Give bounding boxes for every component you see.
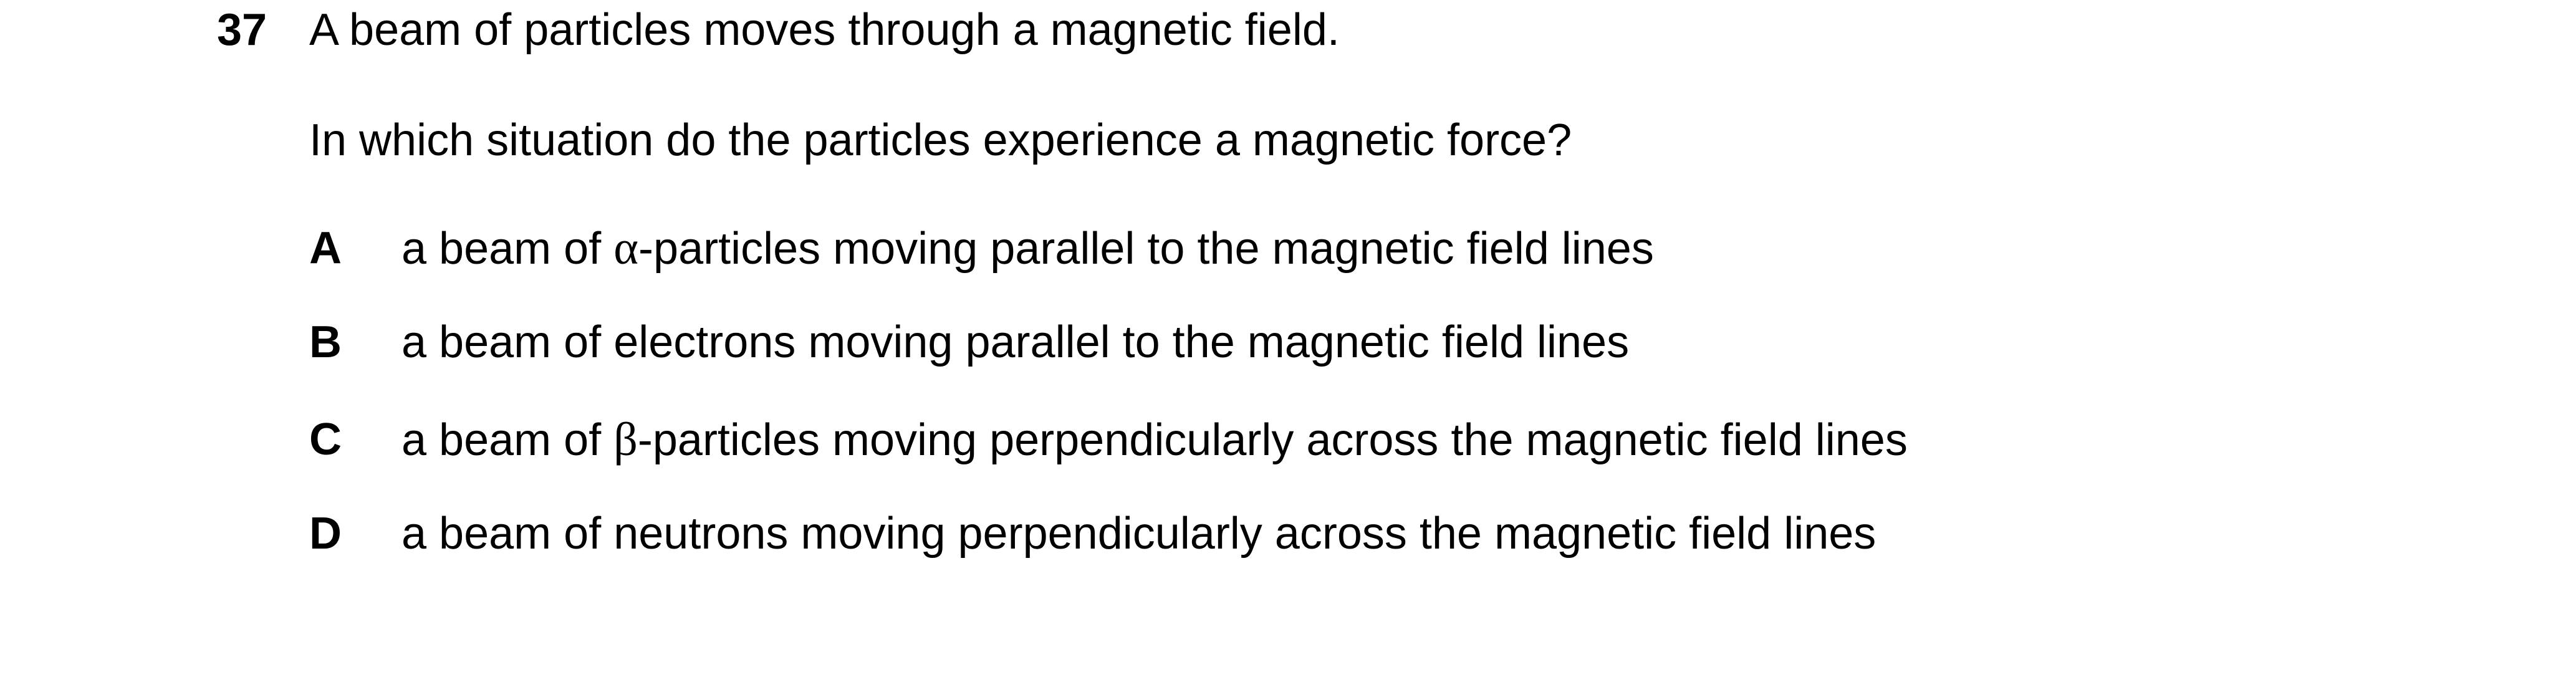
option-text-part: -particles moving parallel to the magnet… bbox=[638, 224, 1654, 274]
option-c[interactable]: C a beam of β-particles moving perpendic… bbox=[309, 411, 2429, 468]
option-letter: D bbox=[309, 509, 342, 559]
option-text-part: a beam of bbox=[401, 224, 614, 274]
option-letter: C bbox=[309, 415, 342, 464]
option-letter: A bbox=[309, 223, 342, 273]
greek-symbol: α bbox=[613, 222, 639, 274]
option-letter: B bbox=[309, 317, 342, 367]
question-stem: A beam of particles moves through a magn… bbox=[309, 5, 1340, 55]
option-text: a beam of α-particles moving parallel to… bbox=[401, 220, 1654, 277]
option-text: a beam of β-particles moving perpendicul… bbox=[401, 411, 1908, 468]
option-b[interactable]: B a beam of electrons moving parallel to… bbox=[309, 314, 2429, 370]
option-text-part: -particles moving perpendicularly across… bbox=[637, 415, 1908, 465]
option-text: a beam of electrons moving parallel to t… bbox=[401, 317, 1630, 367]
option-text: a beam of neutrons moving perpendicularl… bbox=[401, 509, 1877, 559]
option-a[interactable]: A a beam of α-particles moving parallel … bbox=[309, 220, 2429, 276]
greek-symbol: β bbox=[613, 413, 638, 466]
option-d[interactable]: D a beam of neutrons moving perpendicula… bbox=[309, 506, 2429, 562]
option-text-part: a beam of bbox=[401, 415, 614, 465]
question-number: 37 bbox=[217, 5, 267, 55]
question-prompt: In which situation do the particles expe… bbox=[309, 115, 1572, 165]
